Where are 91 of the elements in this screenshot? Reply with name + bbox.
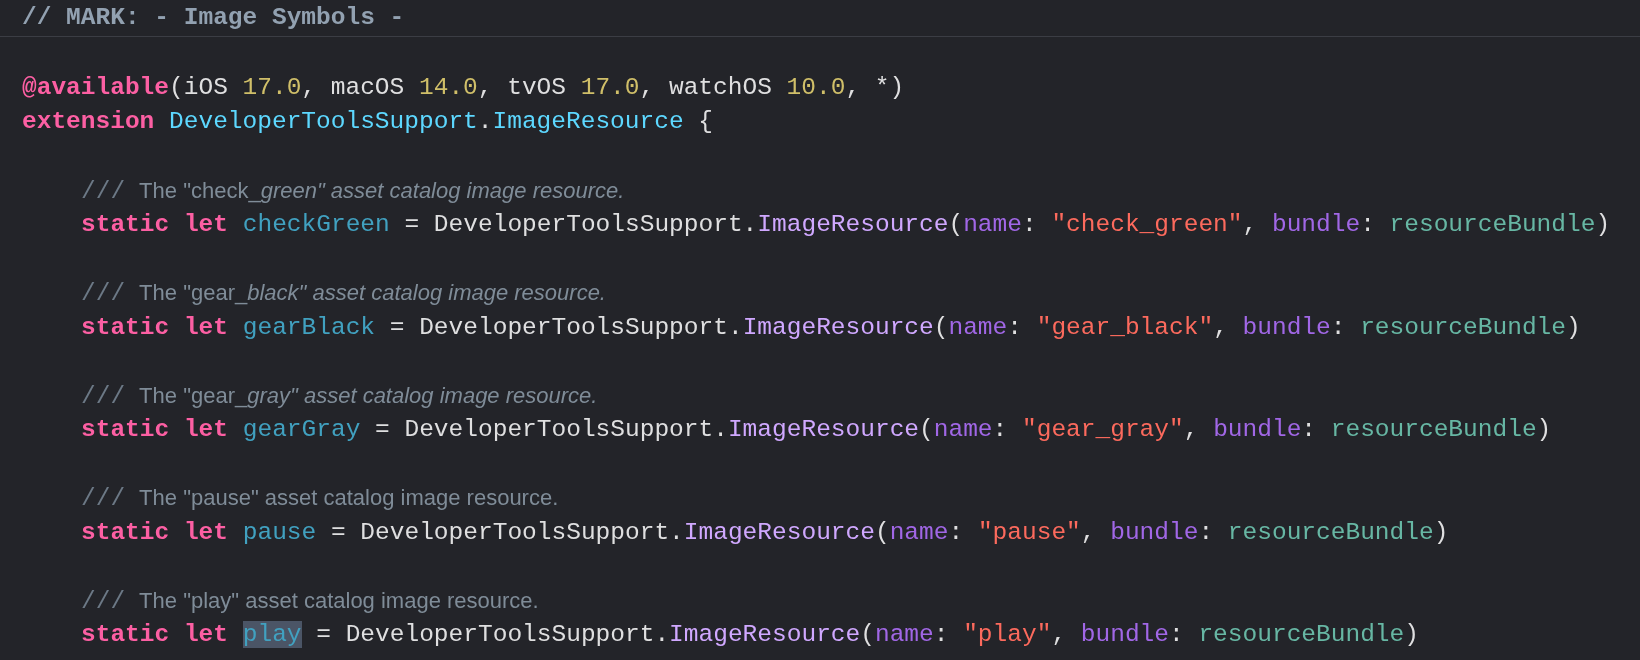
code-text: ) — [1536, 416, 1552, 444]
type-name: ImageResource — [492, 108, 684, 136]
code-text: : — [1301, 416, 1318, 444]
code-text: , tvOS — [477, 74, 567, 102]
code-text: ) — [1566, 313, 1581, 341]
code-text: ( — [860, 621, 875, 649]
number-literal: 17.0 — [580, 74, 640, 102]
code-text: , — [1080, 518, 1097, 546]
type-name: DeveloperToolsSupport — [169, 108, 478, 136]
parameter-label: name — [933, 416, 993, 444]
keyword: static let — [81, 518, 230, 546]
variable-name: resourceBundle — [1389, 210, 1596, 238]
code-text: = DeveloperToolsSupport. — [374, 416, 728, 444]
keyword: @available — [22, 74, 170, 102]
code-text: (iOS — [169, 74, 229, 102]
string-literal: "gear_black" — [1036, 313, 1214, 341]
keyword: extension — [22, 108, 156, 136]
code-text: = DeveloperToolsSupport. — [388, 313, 743, 341]
code-text: : — [992, 416, 1009, 444]
code-text: , watchOS — [639, 74, 773, 102]
comment-slashes: /// — [81, 588, 126, 615]
parameter-label: bundle — [1110, 518, 1199, 546]
code-text: { — [697, 108, 714, 136]
code-text: ) — [1433, 518, 1449, 546]
keyword: static let — [81, 621, 230, 649]
type-name: ImageResource — [669, 621, 861, 649]
identifier: pause — [242, 518, 317, 546]
code-text: : — [1198, 518, 1215, 546]
comment-slashes: /// — [81, 280, 126, 308]
string-literal: "check_green" — [1051, 210, 1243, 238]
comment-slashes: /// — [81, 177, 126, 205]
variable-name: resourceBundle — [1227, 518, 1434, 546]
keyword: static let — [81, 210, 230, 238]
variable-name: resourceBundle — [1360, 313, 1566, 341]
code-text: ) — [1595, 210, 1611, 238]
parameter-label: name — [889, 518, 949, 546]
code-text: : — [1330, 313, 1347, 341]
number-literal: 14.0 — [419, 74, 478, 102]
code-text: : — [1007, 313, 1023, 341]
type-name: ImageResource — [742, 313, 934, 341]
code-text: : — [948, 518, 965, 546]
parameter-label: bundle — [1271, 210, 1361, 238]
identifier: checkGreen — [242, 210, 390, 238]
code-text: , — [1051, 621, 1068, 649]
code-text: ( — [933, 313, 949, 341]
code-text: , — [1183, 416, 1200, 444]
doc-comment: The "play" asset catalog image resource. — [139, 588, 539, 613]
code-text: , *) — [845, 74, 905, 102]
identifier: gearGray — [242, 416, 361, 444]
parameter-label: name — [948, 313, 1008, 341]
code-text: . — [477, 108, 493, 136]
code-text: ( — [919, 416, 934, 444]
code-text: : — [1169, 621, 1185, 649]
string-literal: "pause" — [977, 518, 1081, 546]
code-text: , — [1242, 210, 1259, 238]
code-text: : — [1022, 210, 1038, 238]
string-literal: "gear_gray" — [1022, 416, 1184, 444]
type-name: ImageResource — [757, 210, 949, 238]
code-text: = DeveloperToolsSupport. — [329, 518, 684, 546]
keyword: static let — [81, 313, 230, 341]
code-text: , macOS — [301, 74, 406, 102]
doc-comment: The "gear_gray" asset catalog image resource. — [139, 382, 598, 408]
variable-name: resourceBundle — [1198, 621, 1405, 649]
code-text: ( — [874, 518, 890, 546]
comment-slashes: /// — [81, 382, 126, 410]
doc-comment: The "check_green" asset catalog image resource. — [139, 177, 625, 203]
parameter-label: bundle — [1242, 313, 1331, 341]
type-name: ImageResource — [683, 518, 875, 546]
mark-header: // MARK: - Image Symbols - — [0, 0, 1640, 37]
doc-comment: The "pause" asset catalog image resource. — [139, 485, 559, 511]
code-text: ( — [948, 210, 964, 238]
code-text: , — [1213, 313, 1229, 341]
code-text: : — [933, 621, 950, 649]
variable-name: resourceBundle — [1330, 416, 1537, 444]
code-text: : — [1360, 210, 1376, 238]
doc-comment: The "gear_black" asset catalog image resource. — [139, 280, 606, 306]
comment-slashes: /// — [81, 485, 126, 513]
parameter-label: name — [874, 621, 934, 649]
identifier: gearBlack — [242, 313, 376, 341]
number-literal: 17.0 — [242, 74, 302, 102]
code-text: ) — [1404, 621, 1419, 649]
string-literal: "play" — [963, 621, 1052, 649]
keyword: static let — [81, 416, 230, 444]
parameter-label: name — [963, 210, 1022, 238]
type-name: ImageResource — [727, 416, 920, 444]
parameter-label: bundle — [1080, 621, 1169, 649]
code-text: = DeveloperToolsSupport. — [315, 621, 670, 649]
code-text: = DeveloperToolsSupport. — [403, 210, 758, 238]
identifier: play — [242, 621, 302, 649]
number-literal: 10.0 — [786, 74, 846, 102]
parameter-label: bundle — [1213, 416, 1302, 444]
